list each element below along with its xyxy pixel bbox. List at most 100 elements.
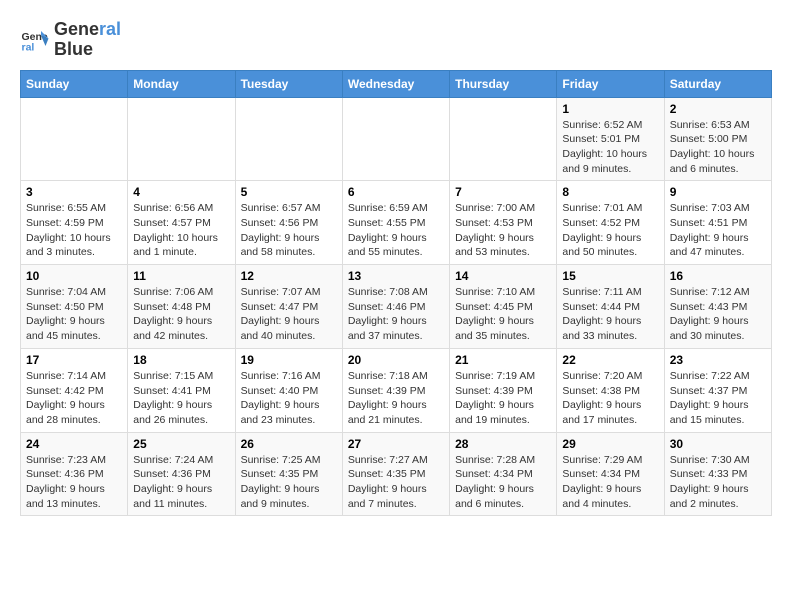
svg-text:ral: ral <box>22 41 35 53</box>
day-cell-1-1: 4 Sunrise: 6:56 AM Sunset: 4:57 PM Daylig… <box>128 181 235 265</box>
day-number: 26 <box>241 437 337 451</box>
day-cell-2-6: 16Sunrise: 7:12 AM Sunset: 4:43 PM Dayli… <box>664 265 771 349</box>
logo: Gene ral GeneralBlue <box>20 20 121 60</box>
day-info: Sunrise: 7:08 AM Sunset: 4:46 PM Dayligh… <box>348 285 444 344</box>
day-info: Sunrise: 6:55 AM Sunset: 4:59 PM Dayligh… <box>26 201 122 260</box>
day-number: 10 <box>26 269 122 283</box>
day-info: Sunrise: 7:01 AM Sunset: 4:52 PM Dayligh… <box>562 201 658 260</box>
day-info: Sunrise: 7:18 AM Sunset: 4:39 PM Dayligh… <box>348 369 444 428</box>
day-cell-4-6: 30Sunrise: 7:30 AM Sunset: 4:33 PM Dayli… <box>664 432 771 516</box>
day-cell-0-0 <box>21 97 128 181</box>
day-cell-0-6: 2 Sunrise: 6:53 AM Sunset: 5:00 PM Daylig… <box>664 97 771 181</box>
day-cell-0-3 <box>342 97 449 181</box>
day-cell-1-4: 7 Sunrise: 7:00 AM Sunset: 4:53 PM Daylig… <box>450 181 557 265</box>
day-number: 27 <box>348 437 444 451</box>
day-number: 21 <box>455 353 551 367</box>
day-number: 14 <box>455 269 551 283</box>
day-cell-4-4: 28 Sunrise: 7:28 AM Sunset: 4:34 PM Dayli… <box>450 432 557 516</box>
day-number: 15 <box>562 269 658 283</box>
day-info: Sunrise: 7:14 AM Sunset: 4:42 PM Dayligh… <box>26 369 122 428</box>
day-info: Sunrise: 7:25 AM Sunset: 4:35 PM Dayligh… <box>241 453 337 512</box>
day-cell-4-2: 26 Sunrise: 7:25 AM Sunset: 4:35 PM Dayli… <box>235 432 342 516</box>
day-cell-0-2 <box>235 97 342 181</box>
day-info: Sunrise: 6:57 AM Sunset: 4:56 PM Dayligh… <box>241 201 337 260</box>
page-header: Gene ral GeneralBlue <box>20 20 772 60</box>
day-info: Sunrise: 6:56 AM Sunset: 4:57 PM Dayligh… <box>133 201 229 260</box>
day-number: 5 <box>241 185 337 199</box>
day-cell-0-4 <box>450 97 557 181</box>
day-number: 29 <box>562 437 658 451</box>
day-number: 28 <box>455 437 551 451</box>
day-cell-2-0: 10 Sunrise: 7:04 AM Sunset: 4:50 PM Dayli… <box>21 265 128 349</box>
day-info: Sunrise: 7:15 AM Sunset: 4:41 PM Dayligh… <box>133 369 229 428</box>
day-cell-4-0: 24Sunrise: 7:23 AM Sunset: 4:36 PM Dayli… <box>21 432 128 516</box>
day-number: 25 <box>133 437 229 451</box>
day-number: 13 <box>348 269 444 283</box>
day-info: Sunrise: 7:28 AM Sunset: 4:34 PM Dayligh… <box>455 453 551 512</box>
day-cell-1-6: 9 Sunrise: 7:03 AM Sunset: 4:51 PM Daylig… <box>664 181 771 265</box>
logo-text: GeneralBlue <box>54 20 121 60</box>
day-number: 8 <box>562 185 658 199</box>
day-number: 6 <box>348 185 444 199</box>
day-info: Sunrise: 7:00 AM Sunset: 4:53 PM Dayligh… <box>455 201 551 260</box>
day-info: Sunrise: 7:03 AM Sunset: 4:51 PM Dayligh… <box>670 201 766 260</box>
day-cell-4-5: 29 Sunrise: 7:29 AM Sunset: 4:34 PM Dayli… <box>557 432 664 516</box>
week-row-2: 3 Sunrise: 6:55 AM Sunset: 4:59 PM Daylig… <box>21 181 772 265</box>
day-number: 16 <box>670 269 766 283</box>
day-number: 1 <box>562 102 658 116</box>
logo-icon: Gene ral <box>20 25 50 55</box>
day-cell-0-5: 1Sunrise: 6:52 AM Sunset: 5:01 PM Daylig… <box>557 97 664 181</box>
day-info: Sunrise: 7:22 AM Sunset: 4:37 PM Dayligh… <box>670 369 766 428</box>
week-row-5: 24Sunrise: 7:23 AM Sunset: 4:36 PM Dayli… <box>21 432 772 516</box>
day-info: Sunrise: 7:07 AM Sunset: 4:47 PM Dayligh… <box>241 285 337 344</box>
header-friday: Friday <box>557 70 664 97</box>
header-saturday: Saturday <box>664 70 771 97</box>
day-cell-1-5: 8 Sunrise: 7:01 AM Sunset: 4:52 PM Daylig… <box>557 181 664 265</box>
header-monday: Monday <box>128 70 235 97</box>
day-cell-4-1: 25 Sunrise: 7:24 AM Sunset: 4:36 PM Dayli… <box>128 432 235 516</box>
week-row-3: 10 Sunrise: 7:04 AM Sunset: 4:50 PM Dayli… <box>21 265 772 349</box>
week-row-1: 1Sunrise: 6:52 AM Sunset: 5:01 PM Daylig… <box>21 97 772 181</box>
day-info: Sunrise: 7:27 AM Sunset: 4:35 PM Dayligh… <box>348 453 444 512</box>
day-cell-1-3: 6 Sunrise: 6:59 AM Sunset: 4:55 PM Daylig… <box>342 181 449 265</box>
day-info: Sunrise: 7:30 AM Sunset: 4:33 PM Dayligh… <box>670 453 766 512</box>
header-tuesday: Tuesday <box>235 70 342 97</box>
day-cell-1-0: 3 Sunrise: 6:55 AM Sunset: 4:59 PM Daylig… <box>21 181 128 265</box>
day-cell-4-3: 27 Sunrise: 7:27 AM Sunset: 4:35 PM Dayli… <box>342 432 449 516</box>
day-number: 4 <box>133 185 229 199</box>
day-info: Sunrise: 7:29 AM Sunset: 4:34 PM Dayligh… <box>562 453 658 512</box>
day-cell-3-5: 22Sunrise: 7:20 AM Sunset: 4:38 PM Dayli… <box>557 348 664 432</box>
day-number: 12 <box>241 269 337 283</box>
day-number: 9 <box>670 185 766 199</box>
header-wednesday: Wednesday <box>342 70 449 97</box>
day-number: 17 <box>26 353 122 367</box>
day-cell-2-1: 11Sunrise: 7:06 AM Sunset: 4:48 PM Dayli… <box>128 265 235 349</box>
day-info: Sunrise: 6:59 AM Sunset: 4:55 PM Dayligh… <box>348 201 444 260</box>
header-thursday: Thursday <box>450 70 557 97</box>
day-info: Sunrise: 6:53 AM Sunset: 5:00 PM Dayligh… <box>670 118 766 177</box>
day-cell-2-4: 14 Sunrise: 7:10 AM Sunset: 4:45 PM Dayli… <box>450 265 557 349</box>
day-number: 2 <box>670 102 766 116</box>
day-cell-3-2: 19Sunrise: 7:16 AM Sunset: 4:40 PM Dayli… <box>235 348 342 432</box>
day-number: 20 <box>348 353 444 367</box>
week-row-4: 17 Sunrise: 7:14 AM Sunset: 4:42 PM Dayli… <box>21 348 772 432</box>
day-cell-3-4: 21 Sunrise: 7:19 AM Sunset: 4:39 PM Dayli… <box>450 348 557 432</box>
calendar-table: SundayMondayTuesdayWednesdayThursdayFrid… <box>20 70 772 517</box>
day-info: Sunrise: 7:04 AM Sunset: 4:50 PM Dayligh… <box>26 285 122 344</box>
day-info: Sunrise: 7:24 AM Sunset: 4:36 PM Dayligh… <box>133 453 229 512</box>
day-info: Sunrise: 7:06 AM Sunset: 4:48 PM Dayligh… <box>133 285 229 344</box>
day-cell-3-6: 23 Sunrise: 7:22 AM Sunset: 4:37 PM Dayli… <box>664 348 771 432</box>
day-number: 23 <box>670 353 766 367</box>
day-number: 3 <box>26 185 122 199</box>
header-sunday: Sunday <box>21 70 128 97</box>
day-info: Sunrise: 7:23 AM Sunset: 4:36 PM Dayligh… <box>26 453 122 512</box>
day-number: 19 <box>241 353 337 367</box>
day-cell-1-2: 5 Sunrise: 6:57 AM Sunset: 4:56 PM Daylig… <box>235 181 342 265</box>
day-cell-2-2: 12 Sunrise: 7:07 AM Sunset: 4:47 PM Dayli… <box>235 265 342 349</box>
day-info: Sunrise: 7:10 AM Sunset: 4:45 PM Dayligh… <box>455 285 551 344</box>
day-cell-3-0: 17 Sunrise: 7:14 AM Sunset: 4:42 PM Dayli… <box>21 348 128 432</box>
day-info: Sunrise: 7:11 AM Sunset: 4:44 PM Dayligh… <box>562 285 658 344</box>
day-number: 7 <box>455 185 551 199</box>
day-info: Sunrise: 7:19 AM Sunset: 4:39 PM Dayligh… <box>455 369 551 428</box>
day-cell-2-5: 15 Sunrise: 7:11 AM Sunset: 4:44 PM Dayli… <box>557 265 664 349</box>
